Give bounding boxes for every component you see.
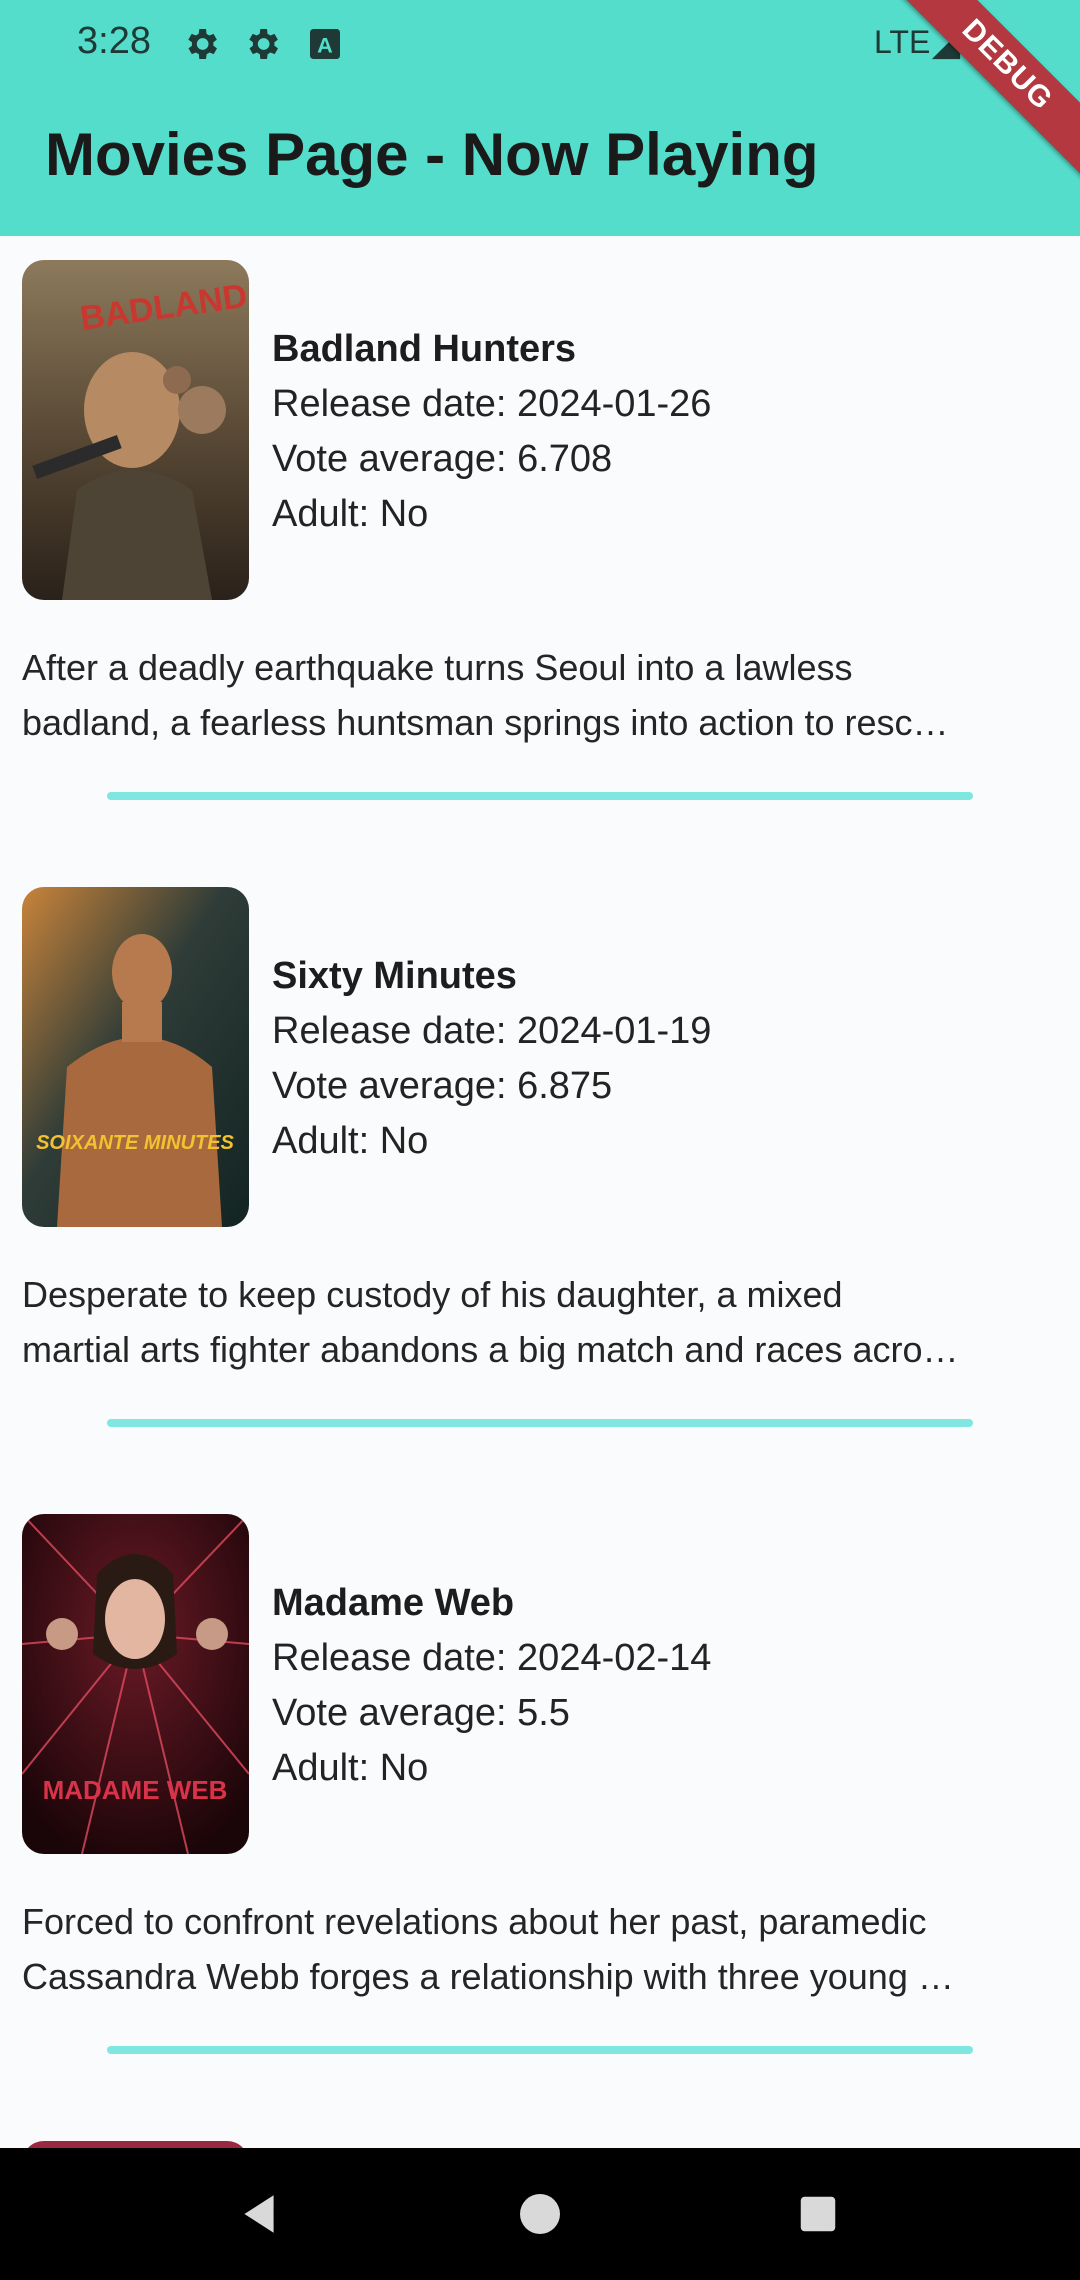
movie-item[interactable]: MADAME WEB Madame Web Release date: 2024… — [0, 1490, 1080, 2117]
release-date: Release date: 2024-01-19 — [272, 1010, 712, 1052]
a-box-icon: A — [310, 29, 340, 59]
movie-list[interactable]: BADLAND HUNTERS Badland Hunters Release … — [0, 236, 1080, 2148]
release-date: Release date: 2024-01-26 — [272, 383, 712, 425]
movie-item[interactable]: SOIXANTE MINUTES Sixty Minutes Release d… — [0, 863, 1080, 1490]
overview-line: martial arts fighter abandons a big matc… — [22, 1329, 959, 1370]
adult-flag: Adult: No — [272, 1120, 429, 1162]
vote-average: Vote average: 5.5 — [272, 1692, 570, 1734]
overview-line: Cassandra Webb forges a relationship wit… — [22, 1956, 954, 1997]
status-bar: 3:28 A LTE — [0, 0, 1080, 88]
vote-average: Vote average: 6.875 — [272, 1065, 613, 1107]
network-type: LTE — [874, 24, 931, 60]
home-icon — [520, 2194, 560, 2234]
page-title: Movies Page - Now Playing — [45, 121, 819, 188]
movie-info: Badland Hunters Release date: 2024-01-26… — [272, 322, 711, 542]
overview-line: badland, a fearless huntsman springs int… — [22, 702, 949, 743]
movie-overview: Forced to confront revelations about her… — [22, 1894, 1062, 2004]
overview-line: Forced to confront revelations about her… — [22, 1901, 927, 1942]
back-button[interactable] — [221, 2176, 297, 2252]
movie-overview: Desperate to keep custody of his daughte… — [22, 1267, 1062, 1377]
divider — [107, 1419, 973, 1427]
home-button[interactable] — [502, 2176, 578, 2252]
vote-average: Vote average: 6.708 — [272, 438, 613, 480]
movie-info: Madame Web Release date: 2024-02-14 Vote… — [272, 1576, 711, 1796]
adult-flag: Adult: No — [272, 493, 429, 535]
release-date: Release date: 2024-02-14 — [272, 1637, 712, 1679]
overview-line: After a deadly earthquake turns Seoul in… — [22, 647, 853, 688]
back-icon — [244, 2195, 274, 2233]
navigation-bar — [0, 2148, 1080, 2280]
adult-flag: Adult: No — [272, 1747, 429, 1789]
movie-info: Sixty Minutes Release date: 2024-01-19 V… — [272, 949, 711, 1169]
movie-poster: MADAME WEB — [22, 1514, 249, 1854]
overview-line: Desperate to keep custody of his daughte… — [22, 1274, 843, 1315]
recents-icon — [800, 2196, 836, 2232]
svg-text:A: A — [317, 32, 333, 57]
poster-title: SOIXANTE MINUTES — [36, 1132, 234, 1154]
movie-overview: After a deadly earthquake turns Seoul in… — [22, 640, 1062, 750]
movie-item[interactable]: BADLAND HUNTERS Badland Hunters Release … — [0, 236, 1080, 863]
movie-title: Sixty Minutes — [272, 955, 517, 997]
movie-title: Madame Web — [272, 1582, 515, 1624]
status-time: 3:28 — [77, 20, 151, 62]
movie-poster: SOIXANTE MINUTES — [22, 887, 249, 1227]
gear-icon — [188, 29, 217, 59]
movie-poster: BADLAND HUNTERS — [22, 260, 249, 600]
movie-title: Badland Hunters — [272, 328, 577, 370]
app-bar: 3:28 A LTE Movies Page - Now Playing DEB… — [0, 0, 1080, 236]
divider — [107, 792, 973, 800]
movie-poster-partial — [22, 2141, 249, 2148]
recents-button[interactable] — [780, 2176, 856, 2252]
gear-icon — [249, 29, 278, 59]
poster-title: MADAME WEB — [43, 1775, 228, 1805]
divider — [107, 2046, 973, 2054]
